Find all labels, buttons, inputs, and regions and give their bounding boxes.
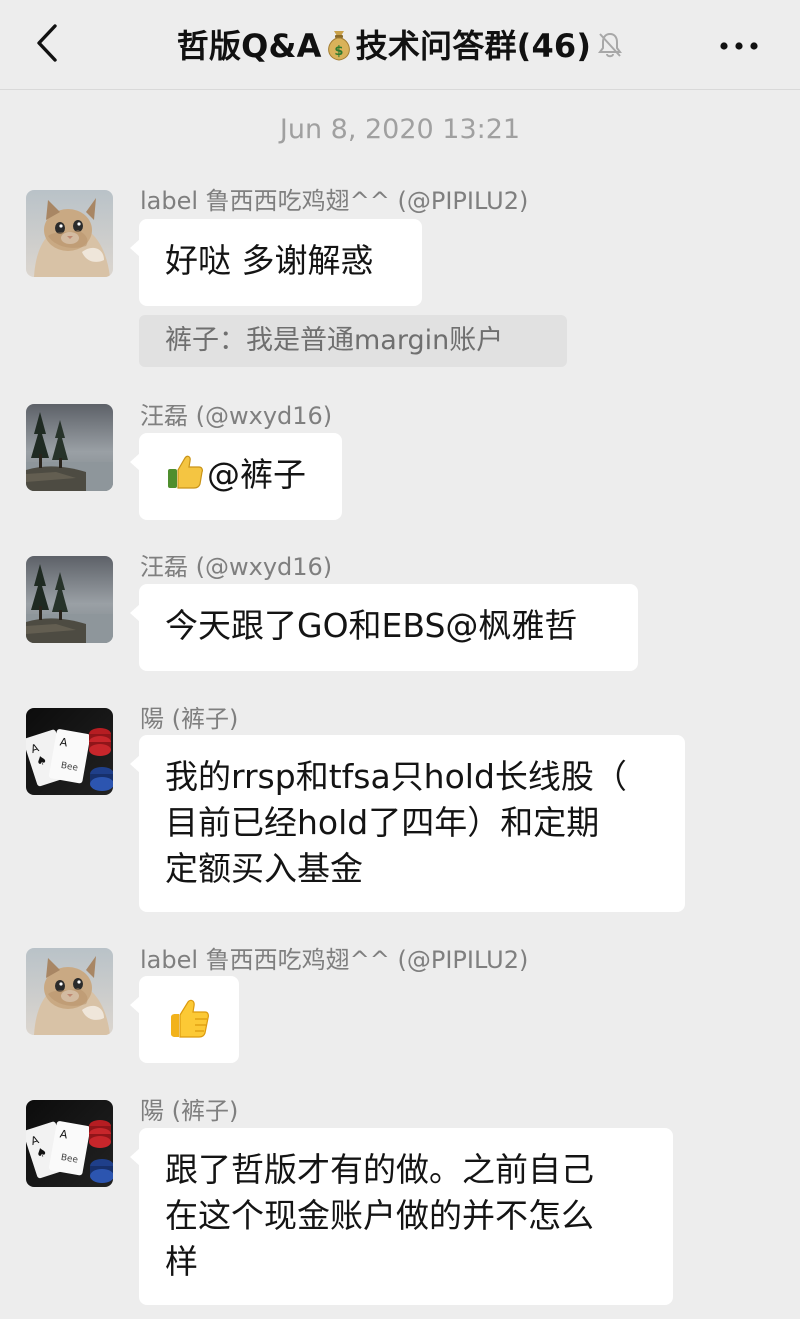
- chevron-left-icon: [35, 23, 59, 67]
- back-button[interactable]: [22, 18, 72, 72]
- message-bubble[interactable]: [130, 976, 239, 1063]
- thumbs-up-icon: [165, 452, 205, 504]
- ellipsis-icon: [719, 36, 759, 55]
- money-bag-icon: $: [324, 28, 354, 70]
- playing-cards-avatar[interactable]: A ♠ A Bee: [26, 708, 113, 795]
- sender-name: 汪磊 (@wxyd16): [140, 553, 333, 581]
- sender-name: 汪磊 (@wxyd16): [140, 402, 333, 430]
- message-text: 好哒 多谢解惑: [165, 241, 374, 280]
- message-line: 定额买入基金: [165, 849, 363, 888]
- message-line: 在这个现金账户做的并不怎么: [165, 1196, 594, 1235]
- sender-name: 陽 (裤子): [140, 1097, 239, 1125]
- message-timestamp: Jun 8, 2020 13:21: [279, 114, 521, 145]
- sender-name: 陽 (裤子): [140, 705, 239, 733]
- svg-text:$: $: [334, 44, 343, 59]
- bubble-tail: [130, 755, 140, 773]
- message-line: 跟了哲版才有的做。之前自己: [165, 1150, 594, 1189]
- bubble-tail: [130, 239, 140, 257]
- message-line: 我的rrsp和tfsa只hold长线股（: [165, 757, 627, 796]
- message-bubble[interactable]: 我的rrsp和tfsa只hold长线股（ 目前已经hold了四年）和定期 定额买…: [130, 735, 685, 912]
- message-bubble[interactable]: 今天跟了GO和EBS@枫雅哲: [130, 584, 638, 671]
- lake-trees-avatar[interactable]: [26, 404, 113, 491]
- sender-name: label 鲁西西吃鸡翅^^ (@PIPILU2): [140, 946, 529, 974]
- message-line: 目前已经hold了四年）和定期: [165, 803, 600, 842]
- message-text: 今天跟了GO和EBS@枫雅哲: [165, 606, 578, 645]
- chat-title-area[interactable]: 哲版Q&A $ 技术问答群(46): [130, 0, 670, 90]
- thumbs-up-icon: [165, 997, 211, 1053]
- message-bubble[interactable]: 好哒 多谢解惑: [130, 219, 422, 306]
- chat-title: 哲版Q&A $ 技术问答群(46): [177, 21, 591, 70]
- cat-avatar[interactable]: [26, 948, 113, 1035]
- cat-avatar[interactable]: [26, 190, 113, 277]
- message-text: @裤子: [207, 455, 306, 494]
- bell-off-icon: [597, 31, 623, 59]
- chat-title-suffix: 技术问答群(46): [355, 26, 592, 65]
- message-line: 样: [165, 1242, 198, 1281]
- playing-cards-avatar[interactable]: A ♠ A Bee: [26, 1100, 113, 1187]
- quoted-message[interactable]: 裤子：我是普通margin账户: [139, 315, 567, 367]
- bubble-tail: [130, 1148, 140, 1166]
- bubble-tail: [130, 453, 140, 471]
- chat-title-prefix: 哲版Q&A: [176, 26, 322, 65]
- more-options-button[interactable]: [714, 28, 764, 62]
- chat-header: 哲版Q&A $ 技术问答群(46): [0, 0, 800, 90]
- message-bubble[interactable]: @裤子: [130, 433, 342, 520]
- bubble-tail: [130, 996, 140, 1014]
- sender-name: label 鲁西西吃鸡翅^^ (@PIPILU2): [140, 187, 529, 215]
- bubble-tail: [130, 604, 140, 622]
- message-bubble[interactable]: 跟了哲版才有的做。之前自己 在这个现金账户做的并不怎么 样: [130, 1128, 673, 1305]
- lake-trees-avatar[interactable]: [26, 556, 113, 643]
